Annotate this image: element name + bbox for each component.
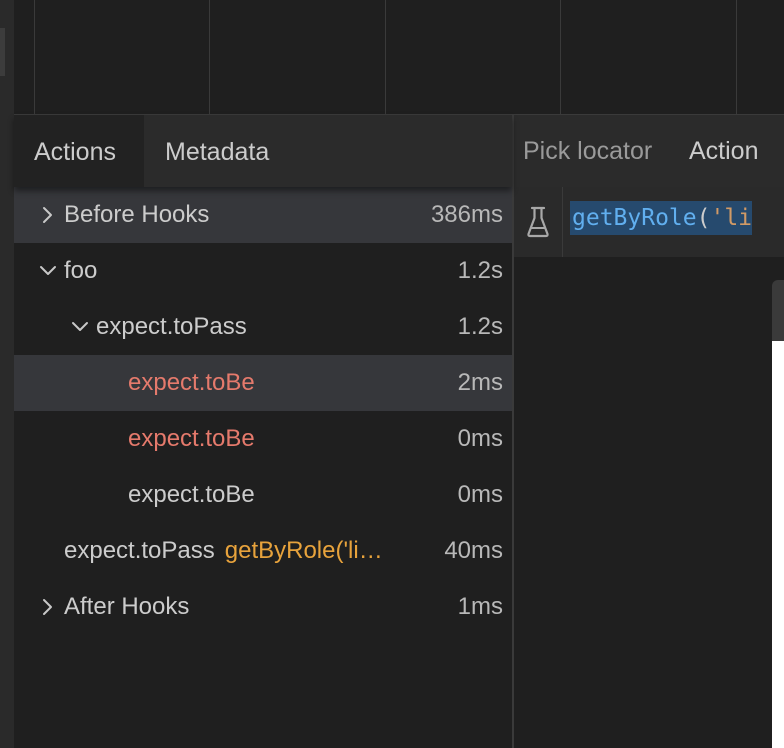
action-title: expect.toBe: [128, 481, 255, 508]
tab-pick-locator[interactable]: Pick locator: [523, 115, 652, 187]
action-row[interactable]: After Hooks 1ms: [14, 579, 512, 635]
action-title: expect.toBe: [128, 369, 255, 396]
snapshot-content: [772, 341, 784, 748]
timeline-strip[interactable]: [14, 0, 784, 115]
timeline-tick: [34, 0, 35, 114]
action-title: Before Hooks: [64, 201, 210, 228]
timeline-tick: [209, 0, 210, 114]
timeline-tick: [736, 0, 737, 114]
locator-function: getByRole: [572, 205, 697, 231]
locator-input[interactable]: getByRole('li: [570, 201, 753, 235]
action-duration: 40ms: [444, 537, 503, 564]
left-gutter: [0, 0, 14, 748]
right-tab-bar: Pick locator Action: [514, 115, 784, 187]
action-row[interactable]: expect.toBe 0ms: [14, 411, 512, 467]
timeline-tick: [560, 0, 561, 114]
details-pane: Pick locator Action getByRole('li: [514, 115, 784, 748]
flask-icon[interactable]: [526, 206, 550, 243]
action-duration: 1.2s: [457, 257, 503, 284]
action-title: expect.toBe: [128, 425, 255, 452]
locator-paren: (: [696, 205, 711, 231]
action-row[interactable]: expect.toBe 2ms: [14, 355, 512, 411]
locator-separator: [562, 187, 563, 257]
actions-pane: Actions Metadata Before Hooks 386ms foo 1.…: [14, 115, 512, 748]
gutter-marker: [0, 28, 5, 76]
left-tab-bar: Actions Metadata: [14, 115, 512, 187]
locator-bar: getByRole('li: [514, 187, 784, 257]
chevron-icon[interactable]: [34, 243, 60, 299]
timeline-tick: [385, 0, 386, 114]
action-title: expect.toPass: [64, 537, 215, 564]
action-title: expect.toPass: [96, 313, 247, 340]
action-row[interactable]: Before Hooks 386ms: [14, 187, 512, 243]
action-row[interactable]: foo 1.2s: [14, 243, 512, 299]
action-row[interactable]: expect.toBe 0ms: [14, 467, 512, 523]
action-duration: 2ms: [457, 369, 503, 396]
chevron-icon[interactable]: [34, 579, 60, 635]
action-row[interactable]: expect.toPass getByRole('li… 40ms: [14, 523, 512, 579]
locator-string: 'li: [710, 205, 753, 231]
action-duration: 1ms: [457, 593, 503, 620]
tab-actions[interactable]: Actions: [14, 115, 144, 187]
action-selector: getByRole('li…: [224, 537, 383, 564]
chevron-icon[interactable]: [34, 187, 60, 243]
action-label-group: expect.toPass getByRole('li…: [64, 523, 383, 579]
action-title: After Hooks: [64, 593, 190, 620]
action-duration: 386ms: [430, 201, 503, 228]
tab-metadata[interactable]: Metadata: [145, 115, 345, 187]
chevron-icon[interactable]: [66, 299, 92, 355]
action-duration: 0ms: [457, 425, 503, 452]
action-duration: 1.2s: [457, 313, 503, 340]
action-title: foo: [64, 257, 98, 284]
action-row[interactable]: expect.toPass 1.2s: [14, 299, 512, 355]
action-duration: 0ms: [457, 481, 503, 508]
tab-action[interactable]: Action: [689, 115, 758, 187]
